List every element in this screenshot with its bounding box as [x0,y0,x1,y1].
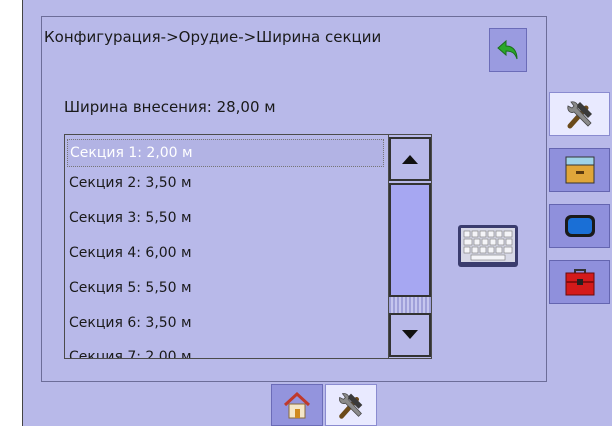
list-item[interactable]: Секция 4: 6,00 м [69,245,192,261]
list-item[interactable]: Секция 6: 3,50 м [69,315,192,331]
list-item-selected[interactable]: Секция 1: 2,00 м [67,139,384,167]
list-item[interactable]: Секция 2: 3,50 м [69,175,192,191]
scroll-thumb[interactable] [389,183,431,297]
section-list[interactable]: Секция 1: 2,00 м Секция 2: 3,50 м Секция… [64,134,389,359]
scroll-track[interactable] [389,297,431,313]
tools-icon [566,101,592,129]
breadcrumb: Конфигурация->Орудие->Ширина секции [44,28,382,46]
application-width-label: Ширина внесения: 28,00 м [64,98,276,116]
back-button[interactable] [489,28,527,72]
side-tab-tools[interactable] [549,92,610,136]
bottom-tab-tools[interactable] [325,384,377,426]
list-item[interactable]: Секция 7: 2,00 м [69,349,192,358]
side-tab-toolbox[interactable] [549,260,610,304]
keyboard-button[interactable] [457,224,519,268]
home-icon [283,391,311,419]
side-tab-display[interactable] [549,204,610,248]
back-arrow-icon [497,39,518,60]
scroll-up-button[interactable] [389,137,431,181]
list-item[interactable]: Секция 3: 5,50 м [69,210,192,226]
list-item[interactable]: Секция 5: 5,50 м [69,280,192,296]
tools-icon [339,393,363,419]
side-tab-storage[interactable] [549,148,610,192]
scrollbar[interactable] [389,134,432,359]
keyboard-icon [458,225,518,267]
display-icon [564,215,595,237]
toolbox-icon [565,269,594,296]
cabinet-icon [565,156,594,184]
arrow-up-icon [402,155,418,164]
bottom-tab-home[interactable] [271,384,323,426]
scroll-down-button[interactable] [389,313,431,357]
arrow-down-icon [402,330,418,339]
